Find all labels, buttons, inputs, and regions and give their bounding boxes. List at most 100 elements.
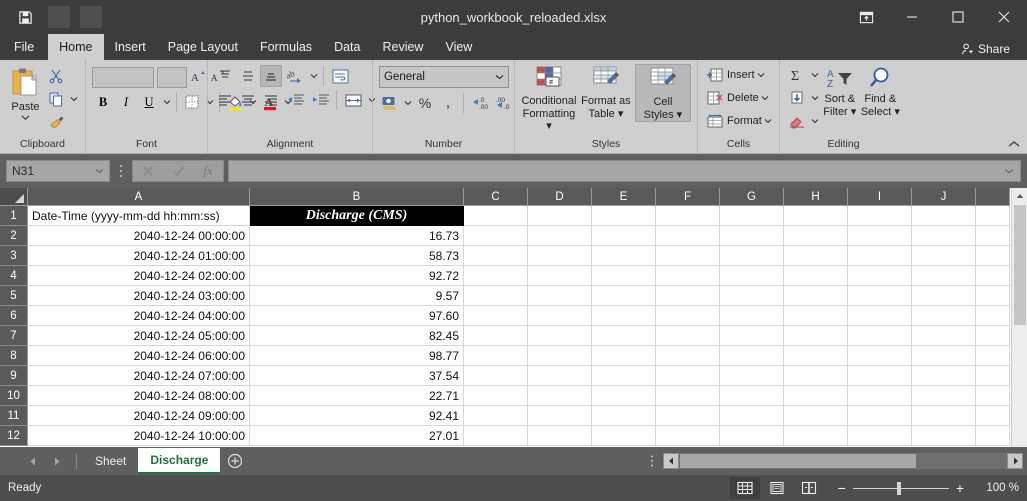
next-sheet-icon[interactable] bbox=[46, 451, 68, 471]
select-all-button[interactable] bbox=[0, 188, 28, 206]
page-break-preview-icon[interactable] bbox=[794, 477, 824, 499]
horizontal-scrollbar-thumb[interactable] bbox=[680, 454, 916, 468]
cell-i3[interactable] bbox=[848, 246, 912, 266]
scroll-up-icon[interactable] bbox=[1011, 188, 1027, 204]
row-header-1[interactable]: 1 bbox=[0, 206, 28, 226]
cell-a9[interactable]: 2040-12-24 07:00:00 bbox=[28, 366, 250, 386]
cell-i2[interactable] bbox=[848, 226, 912, 246]
cell-h1[interactable] bbox=[784, 206, 848, 226]
column-header-j[interactable]: J bbox=[912, 188, 976, 206]
page-layout-view-icon[interactable] bbox=[762, 477, 792, 499]
cell-a2[interactable]: 2040-12-24 00:00:00 bbox=[28, 226, 250, 246]
cell-j2[interactable] bbox=[912, 226, 976, 246]
cell-e12[interactable] bbox=[592, 426, 656, 446]
cancel-icon[interactable] bbox=[133, 161, 163, 181]
cell-d6[interactable] bbox=[528, 306, 592, 326]
italic-button[interactable]: I bbox=[115, 91, 137, 113]
accounting-dropdown[interactable] bbox=[402, 92, 413, 114]
cut-icon[interactable] bbox=[45, 65, 67, 87]
add-sheet-icon[interactable] bbox=[220, 453, 250, 469]
row-header-6[interactable]: 6 bbox=[0, 306, 28, 326]
font-size-input[interactable] bbox=[157, 66, 187, 88]
cell-i7[interactable] bbox=[848, 326, 912, 346]
cell-h11[interactable] bbox=[784, 406, 848, 426]
cell-k4[interactable] bbox=[976, 266, 1010, 286]
align-top-icon[interactable] bbox=[214, 65, 236, 87]
cell-c5[interactable] bbox=[464, 286, 528, 306]
previous-sheet-icon[interactable] bbox=[22, 451, 44, 471]
cell-c6[interactable] bbox=[464, 306, 528, 326]
cell-j12[interactable] bbox=[912, 426, 976, 446]
horizontal-scrollbar[interactable] bbox=[663, 453, 1023, 469]
underline-dropdown[interactable] bbox=[161, 91, 172, 113]
cell-k7[interactable] bbox=[976, 326, 1010, 346]
sheet-tab-discharge[interactable]: Discharge bbox=[138, 448, 221, 474]
cell-d5[interactable] bbox=[528, 286, 592, 306]
cell-h9[interactable] bbox=[784, 366, 848, 386]
cell-a1[interactable]: Date-Time (yyyy-mm-dd hh:mm:ss) bbox=[28, 206, 250, 226]
cell-j4[interactable] bbox=[912, 266, 976, 286]
ribbon-tab-view[interactable]: View bbox=[434, 34, 483, 60]
align-center-icon[interactable] bbox=[237, 89, 259, 111]
ribbon-tab-home[interactable]: Home bbox=[48, 34, 104, 60]
cell-k1[interactable] bbox=[976, 206, 1010, 226]
cell-b9[interactable]: 37.54 bbox=[250, 366, 464, 386]
cell-c11[interactable] bbox=[464, 406, 528, 426]
normal-view-icon[interactable] bbox=[729, 477, 760, 499]
cell-styles-button[interactable]: Cell Styles ▾ bbox=[634, 64, 691, 122]
ribbon-tab-review[interactable]: Review bbox=[371, 34, 434, 60]
wrap-text-icon[interactable] bbox=[328, 65, 352, 87]
cell-d9[interactable] bbox=[528, 366, 592, 386]
cell-j1[interactable] bbox=[912, 206, 976, 226]
cell-d1[interactable] bbox=[528, 206, 592, 226]
cell-k11[interactable] bbox=[976, 406, 1010, 426]
cell-d2[interactable] bbox=[528, 226, 592, 246]
cell-c10[interactable] bbox=[464, 386, 528, 406]
cell-k3[interactable] bbox=[976, 246, 1010, 266]
find-and-select-button[interactable]: Find & Select ▾ bbox=[860, 64, 901, 118]
cell-e8[interactable] bbox=[592, 346, 656, 366]
cell-j11[interactable] bbox=[912, 406, 976, 426]
row-header-10[interactable]: 10 bbox=[0, 386, 28, 406]
cell-b7[interactable]: 82.45 bbox=[250, 326, 464, 346]
align-bottom-icon[interactable] bbox=[260, 65, 282, 87]
column-header-f[interactable]: F bbox=[656, 188, 720, 206]
cell-f4[interactable] bbox=[656, 266, 720, 286]
column-header-d[interactable]: D bbox=[528, 188, 592, 206]
cell-c4[interactable] bbox=[464, 266, 528, 286]
cell-k5[interactable] bbox=[976, 286, 1010, 306]
maximize-icon[interactable] bbox=[935, 0, 981, 34]
sort-and-filter-button[interactable]: A Z Sort & Filter ▾ bbox=[820, 64, 860, 118]
cell-b5[interactable]: 9.57 bbox=[250, 286, 464, 306]
formula-bar-resize-handle[interactable] bbox=[110, 163, 132, 179]
cell-g1[interactable] bbox=[720, 206, 784, 226]
bold-button[interactable]: B bbox=[92, 91, 114, 113]
conditional-formatting-button[interactable]: ≠ Conditional Formatting ▾ bbox=[521, 64, 577, 132]
redo-icon[interactable] bbox=[80, 6, 102, 28]
enter-icon[interactable] bbox=[163, 161, 193, 181]
cell-b10[interactable]: 22.71 bbox=[250, 386, 464, 406]
save-icon[interactable] bbox=[12, 5, 38, 29]
cell-d3[interactable] bbox=[528, 246, 592, 266]
cell-c2[interactable] bbox=[464, 226, 528, 246]
zoom-out-button[interactable]: − bbox=[838, 481, 846, 495]
cell-i5[interactable] bbox=[848, 286, 912, 306]
cell-h2[interactable] bbox=[784, 226, 848, 246]
orientation-dropdown[interactable] bbox=[308, 65, 319, 87]
cell-e4[interactable] bbox=[592, 266, 656, 286]
cell-f12[interactable] bbox=[656, 426, 720, 446]
cell-b3[interactable]: 58.73 bbox=[250, 246, 464, 266]
cell-j8[interactable] bbox=[912, 346, 976, 366]
cell-d10[interactable] bbox=[528, 386, 592, 406]
cell-a10[interactable]: 2040-12-24 08:00:00 bbox=[28, 386, 250, 406]
cell-a4[interactable]: 2040-12-24 02:00:00 bbox=[28, 266, 250, 286]
vertical-scrollbar-thumb[interactable] bbox=[1013, 205, 1026, 325]
cell-a12[interactable]: 2040-12-24 10:00:00 bbox=[28, 426, 250, 446]
row-header-4[interactable]: 4 bbox=[0, 266, 28, 286]
cell-f10[interactable] bbox=[656, 386, 720, 406]
close-icon[interactable] bbox=[981, 0, 1027, 34]
cell-i9[interactable] bbox=[848, 366, 912, 386]
cell-g10[interactable] bbox=[720, 386, 784, 406]
ribbon-tab-data[interactable]: Data bbox=[323, 34, 371, 60]
clear-icon[interactable] bbox=[786, 110, 808, 132]
